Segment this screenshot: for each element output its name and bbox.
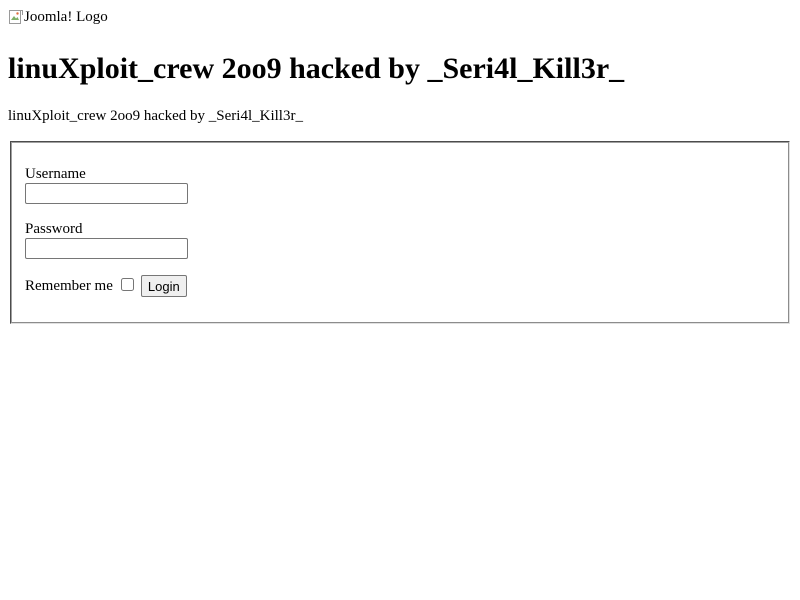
broken-image-icon bbox=[9, 10, 23, 24]
username-label: Username bbox=[25, 166, 86, 182]
login-button[interactable]: Login bbox=[140, 275, 187, 297]
page-title: linuXploit_crew 2oo9 hacked by _Seri4l_K… bbox=[8, 52, 625, 85]
page: Joomla! Logo linuXploit_crew 2oo9 hacked… bbox=[0, 0, 800, 600]
username-input[interactable] bbox=[25, 183, 188, 204]
logo-alt-text: Joomla! Logo bbox=[24, 9, 108, 25]
login-form: Username Password Remember me Login bbox=[10, 141, 790, 324]
remember-label: Remember me bbox=[25, 278, 113, 294]
password-label: Password bbox=[25, 221, 83, 237]
remember-checkbox[interactable] bbox=[120, 277, 134, 291]
joomla-logo: Joomla! Logo bbox=[8, 8, 108, 26]
password-field-group: Password bbox=[25, 220, 775, 259]
page-text: linuXploit_crew 2oo9 hacked by _Seri4l_K… bbox=[8, 108, 303, 124]
username-field-group: Username bbox=[25, 165, 775, 204]
password-input[interactable] bbox=[25, 238, 188, 259]
remember-row: Remember me Login bbox=[25, 275, 775, 297]
